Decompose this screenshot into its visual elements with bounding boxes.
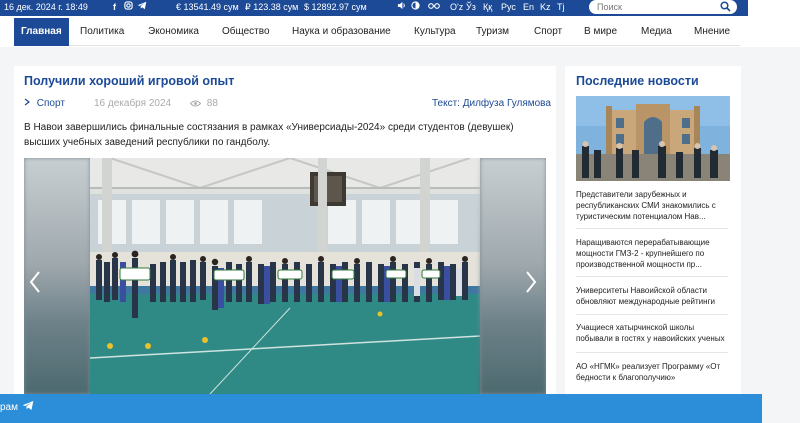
nav-item-media[interactable]: Медиа — [641, 18, 672, 46]
eye-icon — [189, 99, 202, 110]
news-divider — [576, 314, 728, 315]
facebook-icon[interactable]: f — [113, 2, 116, 12]
nav-item-home[interactable]: Главная — [14, 18, 69, 46]
news-item[interactable]: Представители зарубежных и республиканск… — [576, 189, 728, 222]
nav-item-opinion[interactable]: Мнение — [694, 18, 730, 46]
article-views: 88 — [189, 98, 218, 110]
article-date: 16 декабря 2024 — [94, 98, 172, 109]
article-title: Получили хороший игровой опыт — [24, 74, 235, 88]
news-item[interactable]: Учащиеся хатырчинской школы побывали в г… — [576, 322, 728, 344]
latest-news-title: Последние новости — [576, 74, 699, 88]
chevron-right-icon — [24, 98, 30, 109]
instagram-icon[interactable] — [124, 1, 133, 13]
lang-ru[interactable]: Рус — [501, 2, 516, 12]
photo-slider — [24, 158, 546, 394]
lang-en[interactable]: En — [523, 2, 534, 12]
current-date: 16 дек. 2024 г. 18:49 — [4, 2, 88, 12]
rate-rub: ₽ 123.38 сум — [245, 2, 299, 12]
sound-icon[interactable] — [397, 1, 406, 13]
nav-item-science-education[interactable]: Наука и образование — [292, 18, 391, 46]
top-bar: 16 дек. 2024 г. 18:49 f € 13541.49 сум ₽… — [0, 0, 748, 16]
lang-kz[interactable]: Kz — [540, 2, 551, 12]
telegram-icon[interactable] — [137, 1, 147, 13]
contrast-icon[interactable] — [411, 1, 420, 13]
news-divider — [576, 228, 728, 229]
nav-item-tourism[interactable]: Туризм — [476, 18, 509, 46]
lang-uz-cyrillic[interactable]: Ўз — [466, 2, 476, 12]
nav-item-sport[interactable]: Спорт — [534, 18, 562, 46]
glasses-icon[interactable] — [428, 1, 440, 13]
news-item[interactable]: Университеты Навоийской области обновляю… — [576, 285, 728, 307]
telegram-bar-text: рам — [0, 402, 18, 413]
article-views-count: 88 — [206, 98, 218, 109]
article-category[interactable]: Спорт — [24, 98, 65, 109]
search-input[interactable] — [597, 1, 717, 13]
slider-prev-arrow-icon[interactable] — [28, 270, 42, 298]
news-item[interactable]: Наращиваются перерабатывающие мощности Г… — [576, 237, 728, 270]
nav-item-culture[interactable]: Культура — [414, 18, 456, 46]
telegram-subscribe-bar[interactable]: рам — [0, 394, 762, 423]
rate-usd: $ 12892.97 сум — [304, 2, 367, 12]
telegram-icon — [22, 400, 34, 414]
nav-item-economy[interactable]: Экономика — [148, 18, 199, 46]
main-nav: Главная Политика Экономика Общество Наук… — [14, 18, 740, 46]
rate-eur: € 13541.49 сум — [176, 2, 239, 12]
article-category-label: Спорт — [36, 98, 65, 109]
news-item[interactable]: АО «НГМК» реализует Программу «От беднос… — [576, 361, 728, 383]
slider-next-arrow-icon[interactable] — [524, 270, 538, 298]
lang-tj[interactable]: Tj — [557, 2, 565, 12]
search-box[interactable] — [589, 0, 737, 14]
news-divider — [576, 276, 728, 277]
lang-uz-latin[interactable]: O'z — [450, 2, 463, 12]
latest-news-image[interactable] — [576, 96, 730, 181]
nav-item-politics[interactable]: Политика — [80, 18, 124, 46]
article-author: Текст: Дилфуза Гулямова — [432, 98, 551, 109]
lang-karakalpak[interactable]: Ққ — [483, 2, 492, 12]
slide-photo — [90, 158, 480, 394]
nav-item-society[interactable]: Общество — [222, 18, 270, 46]
search-icon[interactable] — [720, 1, 731, 14]
news-divider — [576, 352, 728, 353]
article-lead: В Навои завершились финальные состязания… — [24, 122, 514, 148]
nav-item-world[interactable]: В мире — [584, 18, 617, 46]
